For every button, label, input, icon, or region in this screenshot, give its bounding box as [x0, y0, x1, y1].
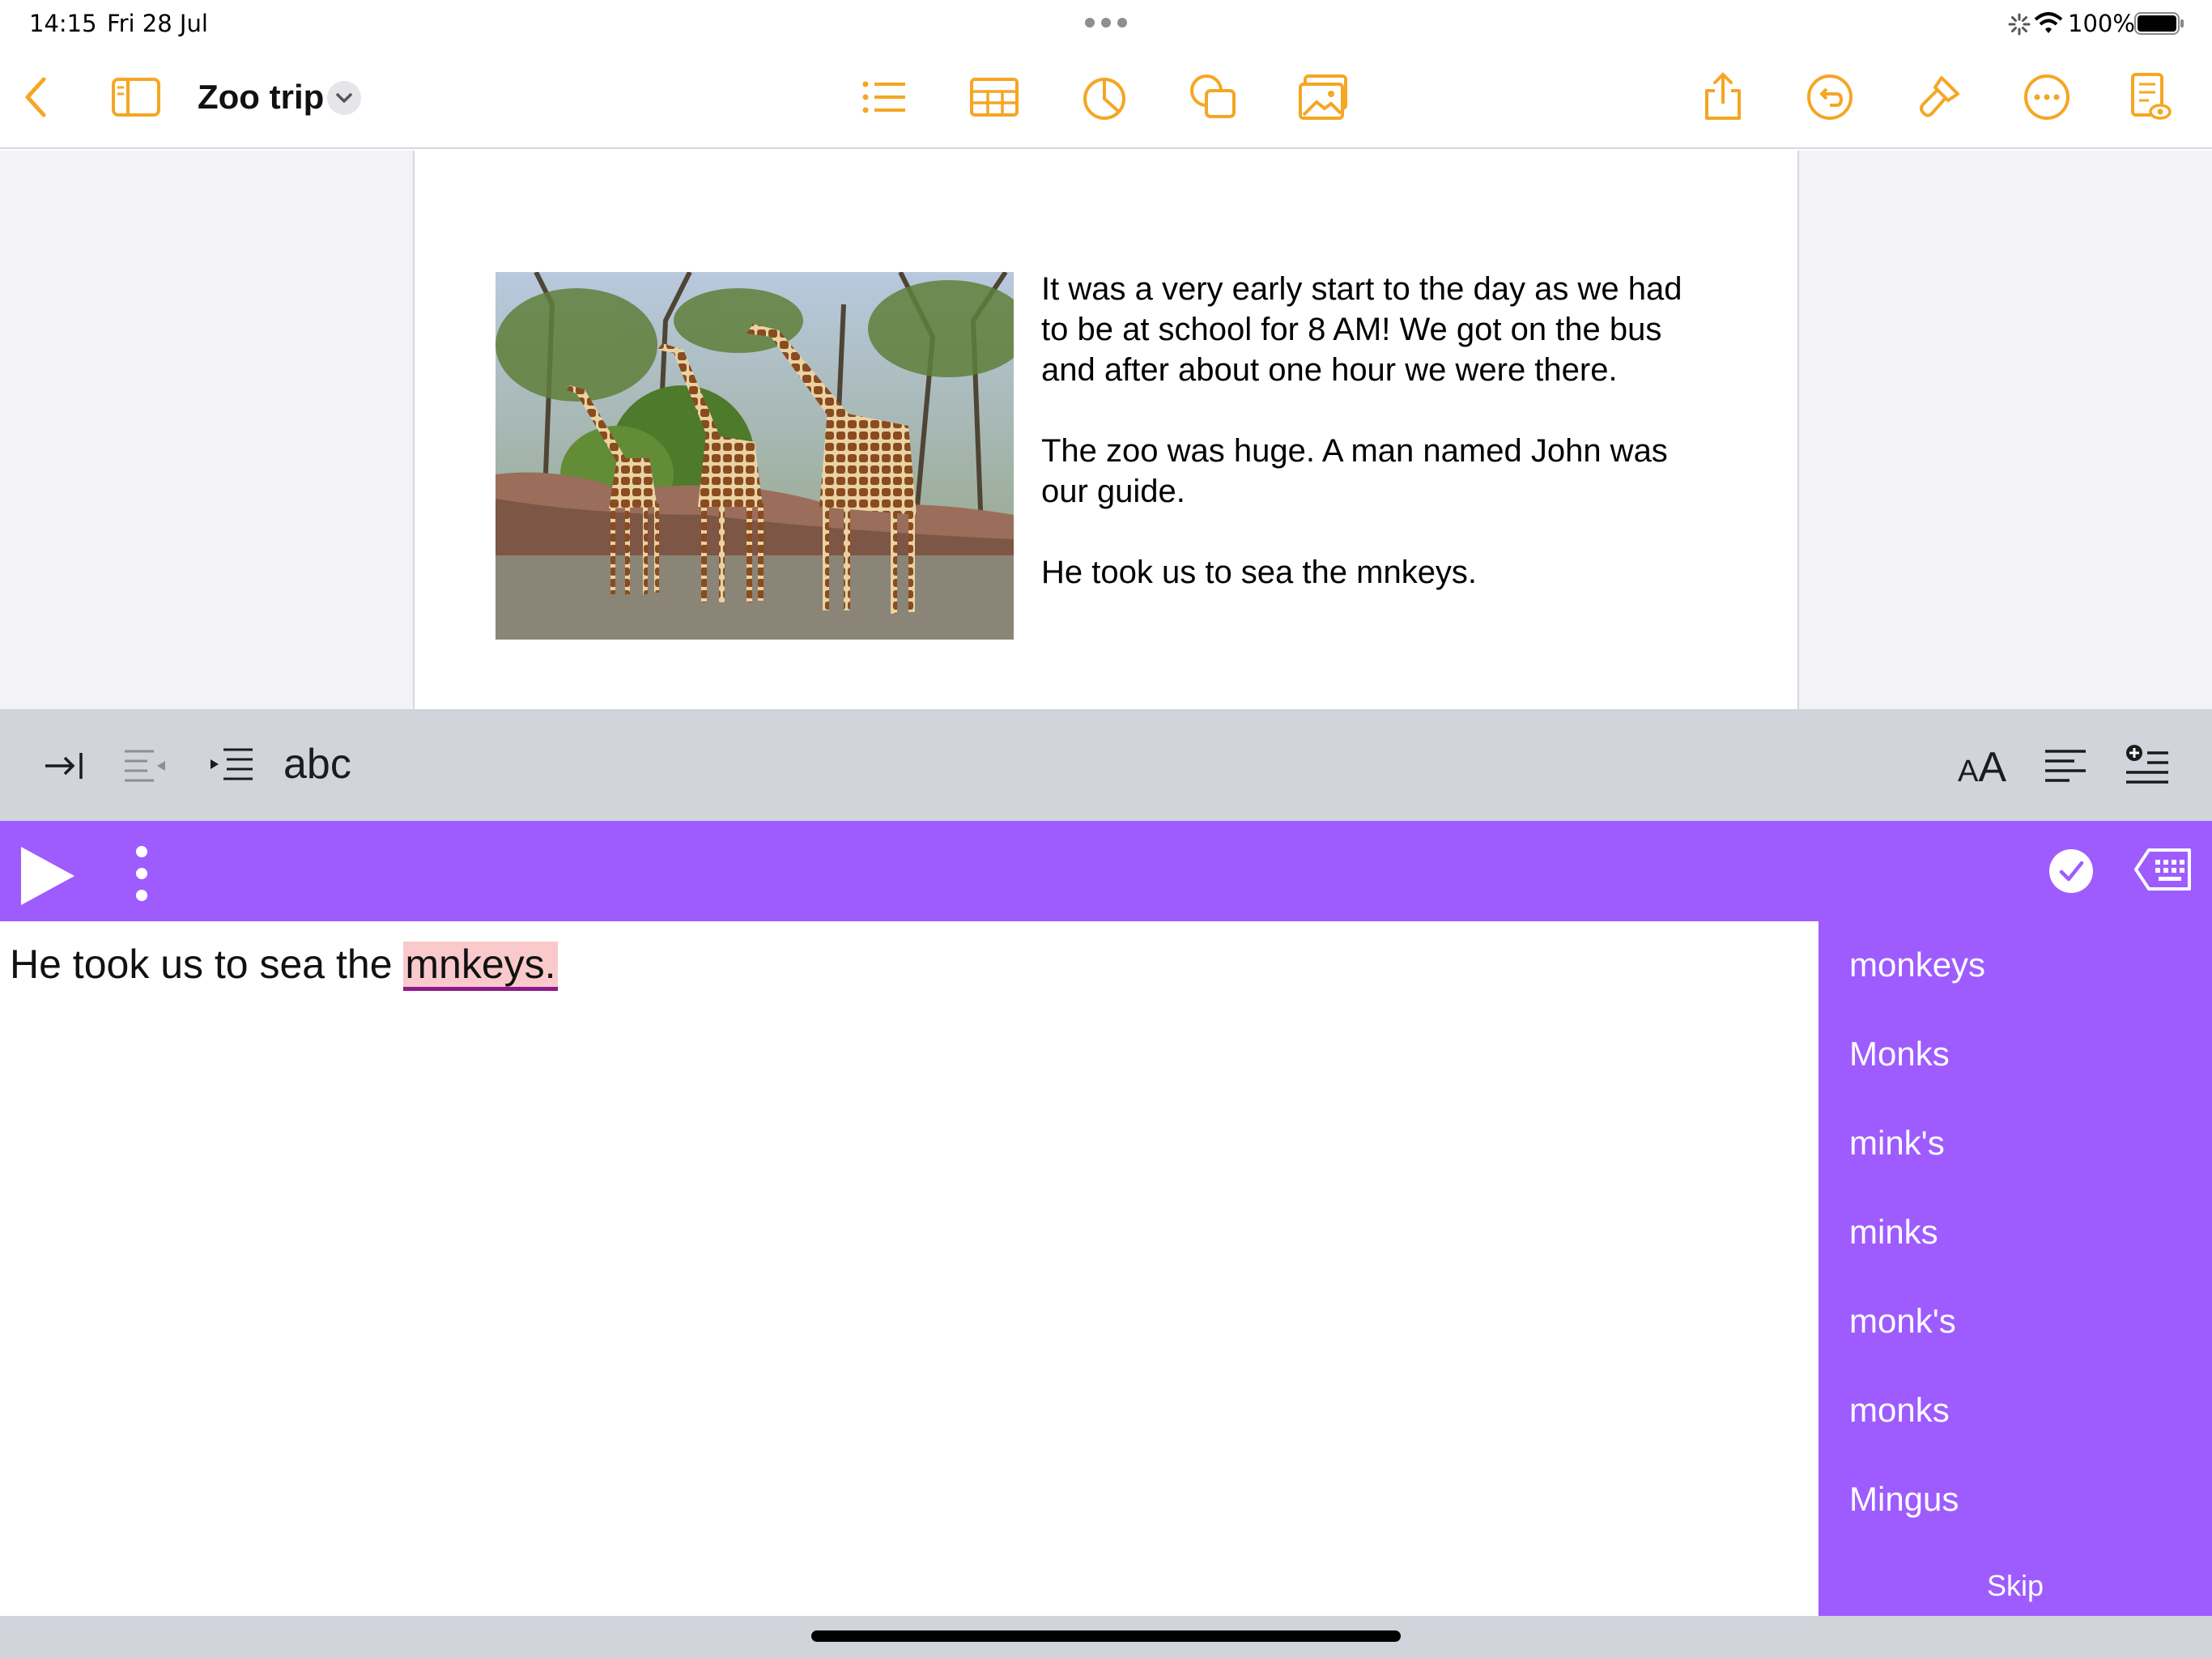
spellcheck-toolbar	[0, 821, 2212, 921]
table-icon[interactable]	[968, 71, 1020, 123]
document-page[interactable]: It was a very early start to the day as …	[413, 151, 1799, 709]
suggestion-item[interactable]: minks	[1849, 1213, 1938, 1252]
sentence-text: He took us to sea the	[10, 942, 404, 987]
vertical-more-icon[interactable]	[130, 845, 154, 902]
suggestion-item[interactable]: mink's	[1849, 1124, 1945, 1163]
paragraph[interactable]: The zoo was huge. A man named John was o…	[1041, 431, 1689, 512]
sidebar-icon[interactable]	[110, 71, 162, 123]
suggestion-item[interactable]: Mingus	[1849, 1480, 1959, 1519]
list-icon[interactable]	[858, 71, 910, 123]
paragraph[interactable]: He took us to sea the mnkeys.	[1041, 552, 1689, 593]
media-icon[interactable]	[1299, 71, 1351, 123]
status-bar: 14:15 Fri 28 Jul 100%	[0, 0, 2212, 45]
battery-percent: 100%	[2068, 10, 2135, 37]
spellcheck-sentence[interactable]: He took us to sea the mnkeys.	[10, 941, 558, 991]
tab-icon[interactable]	[40, 742, 89, 790]
indent-icon[interactable]	[207, 742, 256, 790]
app-toolbar: Zoo trip	[0, 45, 2212, 149]
paragraph[interactable]: It was a very early start to the day as …	[1041, 269, 1689, 390]
shapes-icon[interactable]	[1187, 71, 1239, 123]
bottom-bar	[0, 1616, 2212, 1658]
spellcheck-text-area[interactable]: He took us to sea the mnkeys.	[0, 921, 1819, 1616]
suggestion-item[interactable]: monks	[1849, 1391, 1950, 1430]
font-size-icon[interactable]: AA	[1958, 743, 2006, 792]
align-icon[interactable]	[2042, 742, 2091, 790]
outdent-icon[interactable]	[121, 742, 170, 790]
paintbrush-icon[interactable]	[1912, 71, 1964, 123]
spellcheck-abc-button[interactable]: abc	[283, 740, 351, 789]
skip-button[interactable]: Skip	[1819, 1569, 2212, 1603]
suggestion-item[interactable]: Monks	[1849, 1035, 1950, 1073]
suggestion-item[interactable]: monkeys	[1849, 946, 1985, 984]
keyboard-dismiss-icon[interactable]	[2134, 844, 2193, 895]
reading-view-icon[interactable]	[2123, 71, 2175, 123]
multitasking-dots-icon[interactable]	[1085, 18, 1127, 28]
back-chevron-icon[interactable]	[11, 71, 63, 123]
title-dropdown-icon[interactable]	[327, 81, 361, 115]
chart-icon[interactable]	[1078, 71, 1130, 123]
status-date: Fri 28 Jul	[107, 10, 208, 37]
undo-icon[interactable]	[1804, 71, 1856, 123]
giraffes-photo[interactable]	[496, 272, 1014, 640]
more-icon[interactable]	[2021, 71, 2073, 123]
wifi-icon	[2034, 12, 2063, 33]
document-title[interactable]: Zoo trip	[198, 78, 324, 117]
suggestions-panel: monkeys Monks mink's minks monk's monks …	[1819, 921, 2212, 1616]
home-indicator[interactable]	[811, 1630, 1401, 1642]
battery-icon	[2134, 12, 2184, 35]
insert-list-icon[interactable]	[2123, 742, 2172, 790]
document-canvas[interactable]: It was a very early start to the day as …	[0, 151, 2212, 709]
play-icon[interactable]	[19, 845, 76, 907]
status-time: 14:15	[29, 10, 97, 37]
keyboard-format-bar: abc AA	[0, 709, 2212, 821]
share-icon[interactable]	[1697, 71, 1749, 123]
checkmark-icon[interactable]	[2048, 848, 2094, 894]
loading-spinner-icon	[2008, 13, 2031, 36]
misspelled-word[interactable]: mnkeys.	[403, 942, 558, 991]
document-body-text[interactable]: It was a very early start to the day as …	[1041, 269, 1689, 633]
suggestion-item[interactable]: monk's	[1849, 1302, 1956, 1341]
